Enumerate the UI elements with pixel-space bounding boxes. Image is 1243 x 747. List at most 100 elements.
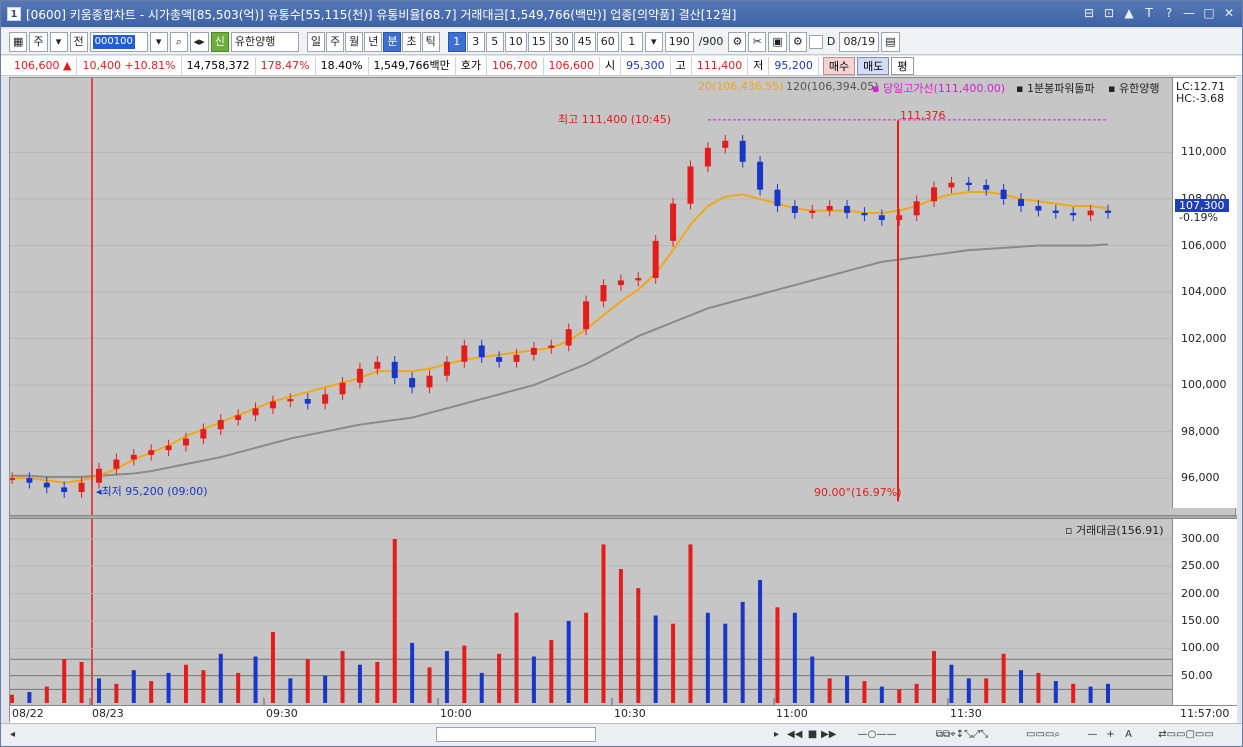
window-button-6[interactable]: □ — [1202, 5, 1216, 21]
save-icon[interactable]: ▣ — [768, 31, 787, 52]
layout-icon[interactable]: ▦ — [9, 31, 28, 52]
window-button-2[interactable]: ▲ — [1122, 5, 1136, 21]
stock-code-input[interactable]: 000100 — [89, 31, 148, 52]
tab-period-분[interactable]: 분 — [383, 31, 402, 52]
candle-body — [113, 459, 120, 469]
vline-bottom-label: 90.00°(16.97%) — [814, 486, 902, 499]
tab-interval-10[interactable]: 10 — [504, 31, 527, 52]
volume-tick-label: 300.00 — [1181, 531, 1220, 545]
candle-body — [235, 415, 242, 420]
view-tools[interactable]: ▭▭▭⌕ — [1013, 727, 1073, 742]
eval-button[interactable]: 평 — [891, 56, 914, 75]
legend-stock: ▪ 유한양행 — [1108, 82, 1160, 95]
candle-body — [322, 394, 329, 404]
volume-bar — [601, 544, 606, 703]
rewind-icon[interactable]: ◀◀ — [787, 727, 802, 742]
candle-body — [78, 482, 85, 493]
window-button-3[interactable]: T — [1142, 5, 1156, 21]
tool-icon[interactable]: ✂ — [748, 31, 767, 52]
window-buttons: ⊟ ⊡ ▲ T? — □ ✕ — [1082, 5, 1236, 21]
sell-button[interactable]: 매도 — [857, 56, 890, 75]
settings-icon[interactable]: ⚙ — [788, 31, 807, 52]
tab-interval-5[interactable]: 5 — [485, 31, 504, 52]
period-type-select[interactable]: 주 — [29, 31, 48, 52]
d-checkbox[interactable] — [808, 34, 823, 49]
volume-bar — [183, 664, 188, 703]
chart-area[interactable]: 20(106,436.55) 120(106,394.05) ▪ 당일고가선(1… — [9, 77, 1237, 723]
speaker-icon[interactable]: ◂▸ — [189, 31, 209, 52]
volume-bar — [131, 670, 136, 703]
tab-period-초[interactable]: 초 — [402, 31, 421, 52]
turnover-ratio: 18.40% — [316, 56, 369, 75]
indicator-icon[interactable]: ⚙ — [728, 31, 747, 52]
stop-icon[interactable]: ■ — [805, 727, 820, 742]
scroll-right-icon[interactable]: ▸ — [769, 727, 784, 742]
tab-period-일[interactable]: 일 — [306, 31, 325, 52]
horizontal-scrollbar[interactable]: ◂ ▸ ◀◀ ■ ▶▶ —○—— ⧉⧉⌖↕⤡⤢⤡ ▭▭▭⌕ — + A ⇄▭▭▢… — [1, 723, 1242, 745]
tab-period-월[interactable]: 월 — [345, 31, 364, 52]
scroll-thumb[interactable] — [436, 727, 596, 742]
window-button-4[interactable]: ? — [1162, 5, 1176, 21]
tab-interval-30[interactable]: 30 — [550, 31, 573, 52]
candle-body — [391, 361, 398, 379]
chart-svg[interactable] — [10, 78, 1172, 705]
app-number-icon[interactable]: 1 — [7, 7, 21, 21]
chevron-down-icon[interactable]: ▾ — [49, 31, 68, 52]
zoom-slider[interactable]: —○—— — [847, 727, 907, 742]
high-annotation: 최고 111,400 (10:45) — [558, 113, 672, 126]
legend-ma20: 20(106,436.55) — [698, 80, 784, 93]
tab-period-주[interactable]: 주 — [325, 31, 345, 52]
code-dropdown-icon[interactable]: ▾ — [149, 31, 168, 52]
legend-day-high: ▪ 당일고가선(111,400.00) — [872, 82, 1006, 95]
tab-interval-45[interactable]: 45 — [573, 31, 596, 52]
draw-tools[interactable]: ⧉⧉⌖↕⤡⤢⤡ — [917, 727, 1007, 742]
candle-body — [844, 205, 851, 213]
window-button-1[interactable]: ⊡ — [1102, 5, 1116, 21]
price-tick-label: 106,000 — [1181, 238, 1227, 252]
text-icon[interactable]: A — [1121, 727, 1136, 742]
price-axis: LC:12.71 HC:-3.68 110,000108,000106,0001… — [1172, 78, 1237, 508]
tab-period-년[interactable]: 년 — [364, 31, 383, 52]
interval-dropdown-icon[interactable]: ▾ — [644, 31, 663, 52]
count-input[interactable]: 190 — [664, 31, 694, 52]
new-badge: 신 — [210, 31, 229, 52]
volume-bar — [688, 544, 693, 703]
candle-body — [43, 482, 50, 488]
candle-body — [1035, 205, 1042, 211]
volume-bar — [1053, 681, 1058, 703]
stock-name-field[interactable]: 유한양행 — [230, 31, 299, 52]
tab-interval-60[interactable]: 60 — [596, 31, 619, 52]
ma20-line — [12, 191, 1109, 484]
zoom-in-icon[interactable]: + — [1103, 727, 1118, 742]
volume-bar — [740, 601, 745, 703]
candle-body — [913, 201, 920, 216]
candle-body — [200, 429, 207, 439]
window-button-5[interactable]: — — [1182, 5, 1196, 21]
candle-body — [130, 454, 137, 460]
candle-body — [95, 468, 102, 483]
search-icon[interactable]: ⌕ — [169, 31, 188, 52]
pane-divider[interactable] — [10, 515, 1237, 519]
date-input[interactable]: 08/19 — [839, 31, 880, 52]
window-button-7[interactable]: ✕ — [1222, 5, 1236, 21]
calendar-icon[interactable]: ▤ — [881, 31, 900, 52]
zoom-out-icon[interactable]: — — [1085, 727, 1100, 742]
misc-tools[interactable]: ⇄▭▭▢▭▭ — [1141, 727, 1231, 742]
volume-bar — [1001, 653, 1006, 703]
volume-bar — [549, 640, 554, 703]
play-icon[interactable]: ▶▶ — [821, 727, 836, 742]
buy-button[interactable]: 매수 — [822, 56, 856, 75]
tab-interval-1[interactable]: 1 — [447, 31, 466, 52]
scroll-left-icon[interactable]: ◂ — [5, 727, 20, 742]
quote-bar: 106,600 ▲ 10,400 +10.81% 14,758,372 178.… — [1, 56, 1242, 76]
candle-body — [217, 419, 224, 430]
prev-button[interactable]: 전 — [69, 31, 88, 52]
interval-select[interactable]: 1 — [620, 31, 643, 52]
candle-body — [739, 140, 746, 162]
tab-interval-3[interactable]: 3 — [466, 31, 485, 52]
ask-price: 106,600 — [544, 56, 601, 75]
tab-period-틱[interactable]: 틱 — [421, 31, 440, 52]
tab-interval-15[interactable]: 15 — [527, 31, 550, 52]
interval-tabs: 1 3 5 10 15 30 45 60 — [447, 31, 619, 52]
window-button-0[interactable]: ⊟ — [1082, 5, 1096, 21]
